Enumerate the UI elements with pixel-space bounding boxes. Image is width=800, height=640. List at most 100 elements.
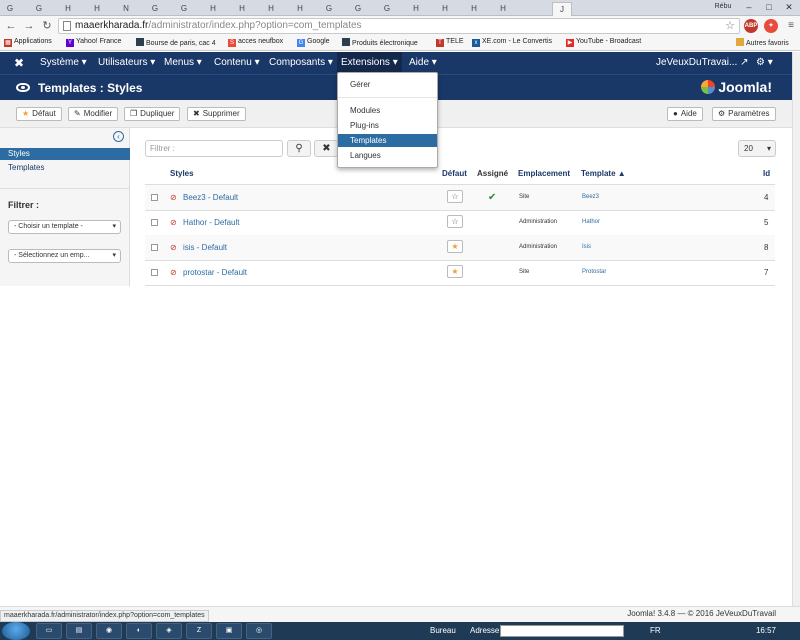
template-select[interactable]: - Choisir un template -	[8, 220, 121, 234]
row-checkbox[interactable]	[151, 244, 158, 251]
default-star-active-icon[interactable]: ★	[447, 265, 463, 278]
bookmark-star-icon[interactable]: ☆	[725, 19, 735, 33]
default-star-icon[interactable]: ☆	[447, 190, 463, 203]
taskbar-app-icon[interactable]: ▭	[36, 623, 62, 639]
bookmark-other[interactable]: Autres favoris	[736, 38, 789, 47]
bookmark-yahoo[interactable]: Y Yahoo! France	[66, 38, 121, 47]
style-name-link[interactable]: Hathor - Default	[183, 210, 239, 235]
taskbar-app-icon[interactable]: ◎	[246, 623, 272, 639]
row-checkbox[interactable]	[151, 219, 158, 226]
forward-icon[interactable]: →	[22, 19, 36, 33]
menu-menus[interactable]: Menus ▾	[160, 52, 206, 74]
browser-tab[interactable]: H	[60, 2, 76, 16]
style-name-link[interactable]: Beez3 - Default	[183, 185, 238, 210]
browser-tab[interactable]: H	[89, 2, 105, 16]
bookmark-bourse[interactable]: Bourse de paris, cac 4	[136, 38, 216, 47]
settings-gear-icon[interactable]: ⚙ ▾	[752, 52, 777, 74]
bureau-label[interactable]: Bureau	[430, 626, 456, 635]
browser-tab[interactable]: G	[147, 2, 163, 16]
duplicate-button[interactable]: ❐ Dupliquer	[124, 107, 181, 121]
menu-item-plugins[interactable]: Plug-ins	[338, 119, 437, 132]
browser-tab[interactable]: G	[2, 2, 18, 16]
language-indicator[interactable]: FR	[650, 626, 661, 635]
reload-icon[interactable]: ↻	[40, 19, 54, 33]
default-star-active-icon[interactable]: ★	[447, 240, 463, 253]
browser-tab[interactable]: G	[321, 2, 337, 16]
extension-icon[interactable]: ✦	[764, 19, 778, 33]
minimize-icon[interactable]: –	[738, 0, 760, 14]
style-name-link[interactable]: protostar - Default	[183, 260, 247, 285]
menu-item-langues[interactable]: Langues	[338, 149, 437, 162]
taskbar-firefox-icon[interactable]: ◐	[126, 623, 152, 639]
style-name-link[interactable]: isis - Default	[183, 235, 227, 260]
template-link[interactable]: Protostar	[582, 260, 606, 285]
menu-utilisateurs[interactable]: Utilisateurs ▾	[94, 52, 159, 74]
bookmark-xe[interactable]: x XE.com - Le Convertis	[472, 38, 552, 47]
browser-tab[interactable]: H	[234, 2, 250, 16]
browser-tab[interactable]: H	[205, 2, 221, 16]
menu-composants[interactable]: Composants ▾	[265, 52, 337, 74]
collapse-sidebar-icon[interactable]: ‹	[113, 131, 124, 142]
taskbar-app-icon[interactable]: ▤	[66, 623, 92, 639]
clear-button[interactable]: ✖	[314, 140, 338, 157]
bookmark-youtube[interactable]: ▶ YouTube - Broadcast	[566, 38, 641, 47]
user-menu[interactable]: JeVeuxDuTravai... ↗	[652, 52, 753, 74]
taskbar-filezilla-icon[interactable]: Z	[186, 623, 212, 639]
sidebar-item-styles[interactable]: Styles	[0, 148, 130, 160]
menu-item-gerer[interactable]: Gérer	[338, 78, 437, 91]
browser-tab[interactable]: N	[118, 2, 134, 16]
menu-item-modules[interactable]: Modules	[338, 104, 437, 117]
taskbar-app-icon[interactable]: ▣	[216, 623, 242, 639]
browser-tab[interactable]: H	[292, 2, 308, 16]
col-location[interactable]: Emplacement	[518, 165, 570, 183]
menu-contenu[interactable]: Contenu ▾	[210, 52, 264, 74]
edit-button[interactable]: ✎ Modifier	[68, 107, 119, 121]
taskbar-chrome-icon[interactable]: ◉	[96, 623, 122, 639]
default-button[interactable]: ★ Défaut	[16, 107, 62, 121]
bookmark-tele[interactable]: T TELE	[436, 38, 464, 47]
col-default[interactable]: Défaut	[442, 165, 467, 183]
menu-extensions[interactable]: Extensions ▾	[337, 52, 402, 74]
menu-icon[interactable]: ≡	[784, 19, 798, 33]
browser-tab[interactable]: H	[466, 2, 482, 16]
browser-tab[interactable]: H	[408, 2, 424, 16]
bookmark-neufbox[interactable]: Sacces neufbox	[228, 38, 283, 47]
list-limit-select[interactable]: 20	[738, 140, 776, 157]
template-link[interactable]: Isis	[582, 235, 591, 260]
location-select[interactable]: - Sélectionnez un emp...	[8, 249, 121, 263]
menu-systeme[interactable]: Système ▾	[36, 52, 91, 74]
browser-tab[interactable]: G	[350, 2, 366, 16]
menu-item-templates[interactable]: Templates	[338, 134, 437, 147]
joomla-icon[interactable]: ✖	[10, 52, 28, 74]
url-field[interactable]: maaerkharada.fr/administrator/index.php?…	[58, 18, 740, 34]
template-link[interactable]: Hathor	[582, 210, 600, 235]
bookmark-applications[interactable]: ▦ Applications	[4, 38, 52, 47]
taskbar-address-input[interactable]	[500, 625, 624, 637]
back-icon[interactable]: ←	[4, 19, 18, 33]
browser-tab[interactable]: H	[263, 2, 279, 16]
browser-tab[interactable]: G	[176, 2, 192, 16]
sidebar-item-templates[interactable]: Templates	[0, 162, 130, 174]
page-scrollbar[interactable]	[792, 52, 800, 606]
default-star-icon[interactable]: ☆	[447, 215, 463, 228]
template-link[interactable]: Beez3	[582, 185, 599, 210]
bookmark-produits[interactable]: Produits électronique	[342, 38, 418, 47]
close-icon[interactable]: ✕	[778, 0, 800, 14]
params-button[interactable]: ⚙ Paramètres	[712, 107, 776, 121]
col-styles[interactable]: Styles	[170, 165, 194, 183]
browser-tab-active[interactable]: J	[552, 2, 572, 16]
menu-aide[interactable]: Aide ▾	[405, 52, 441, 74]
search-button[interactable]: ⚲	[287, 140, 311, 157]
filter-input[interactable]: Filtrer :	[145, 140, 283, 157]
browser-tab[interactable]: G	[379, 2, 395, 16]
maximize-icon[interactable]: □	[758, 0, 780, 14]
browser-tab[interactable]: H	[495, 2, 511, 16]
row-checkbox[interactable]	[151, 194, 158, 201]
col-id[interactable]: Id	[763, 165, 770, 183]
browser-tab[interactable]: H	[437, 2, 453, 16]
adblock-icon[interactable]: ABP	[744, 19, 758, 33]
row-checkbox[interactable]	[151, 269, 158, 276]
clock[interactable]: 16:57	[756, 626, 776, 635]
taskbar-app-icon[interactable]: ◈	[156, 623, 182, 639]
browser-tab[interactable]: G	[31, 2, 47, 16]
